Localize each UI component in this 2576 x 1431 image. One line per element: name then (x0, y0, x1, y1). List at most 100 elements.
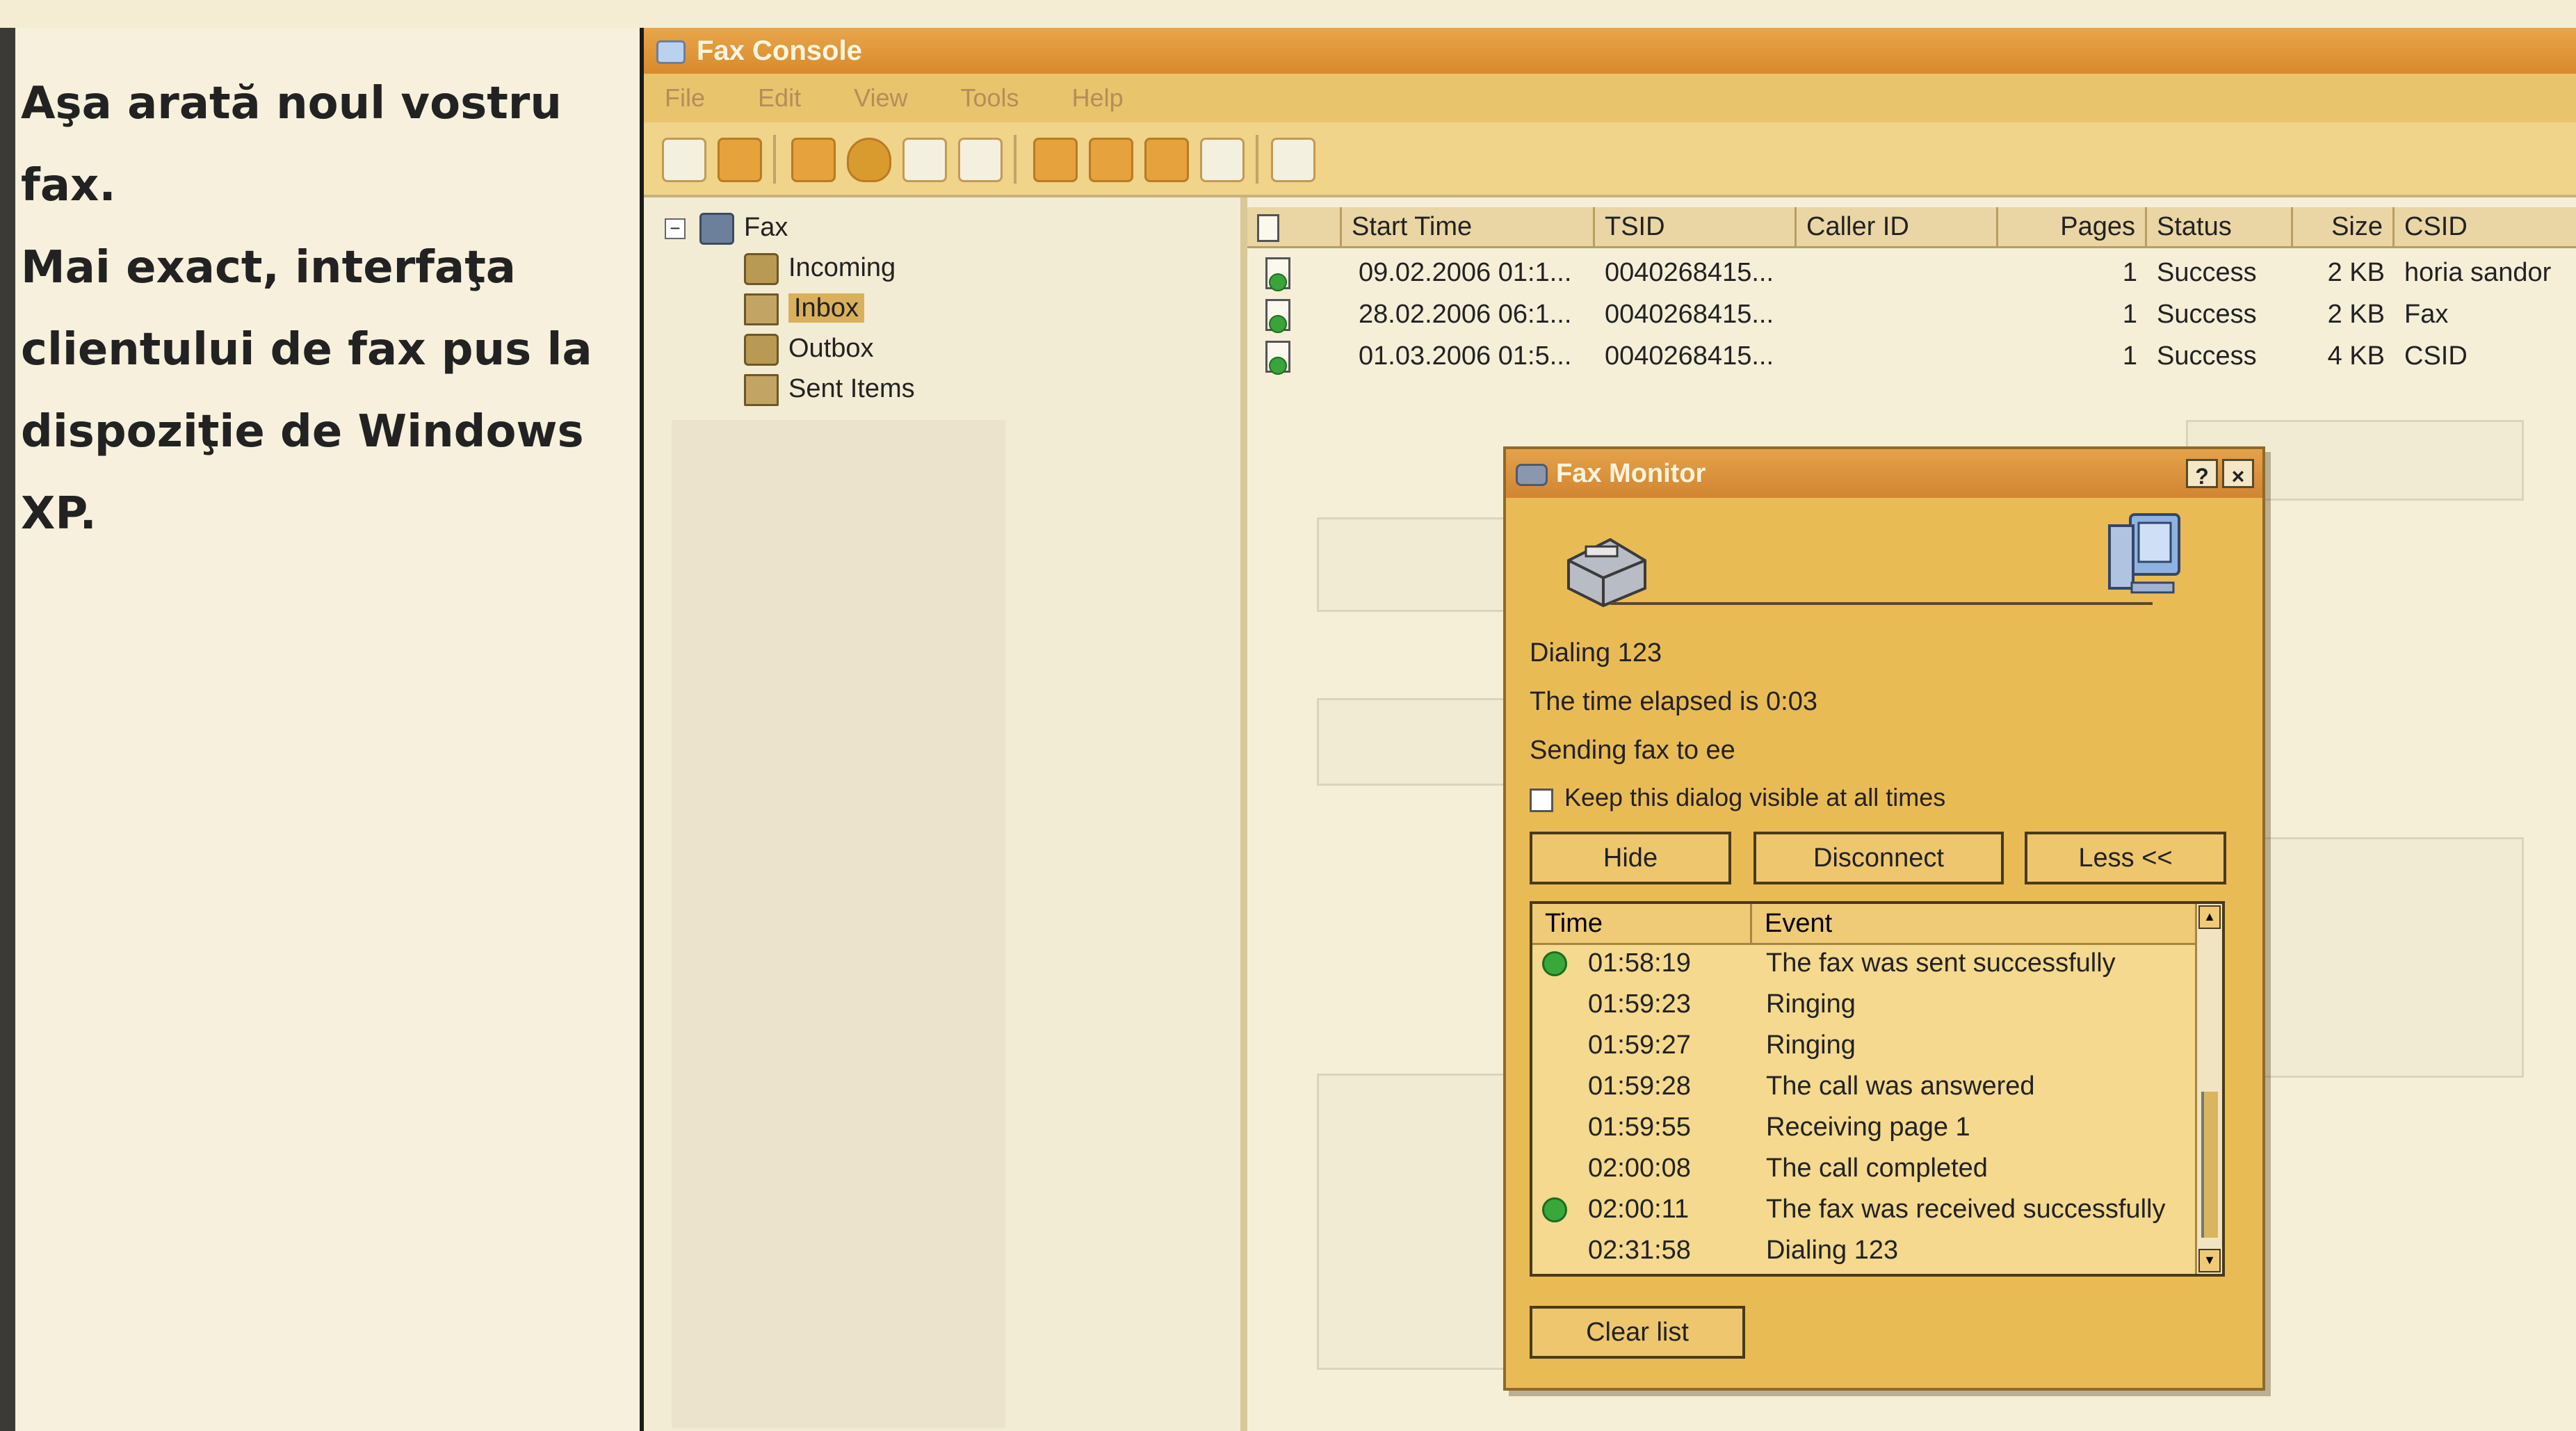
fax-folder-icon (699, 212, 734, 245)
fax-monitor-dialog: Fax Monitor ? × Dialing 123 The time ela… (1503, 446, 2265, 1391)
event-text: Receiving page 1 (1766, 1113, 1970, 1142)
properties-icon[interactable] (1271, 138, 1315, 182)
disconnect-button[interactable]: Disconnect (1753, 832, 2004, 884)
cell-status: Success (2157, 300, 2257, 329)
menu-edit[interactable]: Edit (758, 83, 801, 112)
resume-icon[interactable] (1144, 138, 1189, 182)
monitor-title-bar[interactable]: Fax Monitor ? × (1506, 449, 2262, 498)
help-button[interactable]: ? (2186, 459, 2218, 489)
col-header-status[interactable]: Status (2147, 207, 2293, 246)
event-row[interactable]: 01:58:19 The fax was sent successfully (1532, 943, 2200, 984)
col-header-pages[interactable]: Pages (1998, 207, 2147, 246)
sent-items-folder-icon (744, 373, 779, 406)
print-fax-icon[interactable] (958, 138, 1003, 182)
cell-start-time: 09.02.2006 01:1... (1359, 258, 1572, 287)
cell-csid: Fax (2404, 300, 2449, 329)
new-fax-icon[interactable] (662, 138, 706, 182)
tree-item-incoming[interactable]: Incoming (744, 249, 896, 286)
event-row[interactable]: 01:59:28 The call was answered (1532, 1066, 2200, 1107)
toolbar-separator (1014, 135, 1016, 184)
close-button[interactable]: × (2222, 459, 2254, 489)
tree-label-outbox: Outbox (788, 334, 874, 363)
table-row[interactable]: 09.02.2006 01:1... 0040268415... 1 Succe… (1247, 252, 2576, 293)
fax-received-icon (1265, 299, 1290, 333)
event-text: The fax was sent successfully (1766, 948, 2116, 978)
mail-to-icon[interactable] (1033, 138, 1078, 182)
table-row[interactable]: 01.03.2006 01:5... 0040268415... 1 Succe… (1247, 335, 2576, 377)
event-text: Dialing 123 (1766, 1236, 1899, 1265)
event-time: 01:58:19 (1588, 948, 1691, 978)
keep-visible-checkbox[interactable] (1530, 789, 1553, 812)
menu-help[interactable]: Help (1072, 83, 1124, 112)
col-header-size[interactable]: Size (2293, 207, 2395, 246)
toolbar-separator (1256, 135, 1258, 184)
tree-item-outbox[interactable]: Outbox (744, 330, 874, 367)
event-text: The call completed (1766, 1154, 1988, 1183)
tree-item-inbox[interactable]: Inbox (744, 289, 864, 327)
menu-view[interactable]: View (854, 83, 907, 112)
cell-size: 2 KB (2327, 258, 2385, 287)
event-list-header: Time Event (1532, 904, 2200, 945)
event-time: 01:59:28 (1588, 1072, 1691, 1101)
event-row[interactable]: 01:59:55 Receiving page 1 (1532, 1107, 2200, 1148)
cell-csid: CSID (2404, 341, 2468, 371)
table-row[interactable]: 28.02.2006 06:1... 0040268415... 1 Succe… (1247, 293, 2576, 335)
cell-csid: horia sandor (2404, 258, 2552, 287)
less-button[interactable]: Less << (2025, 832, 2226, 884)
event-row[interactable]: 02:00:11 The fax was received successful… (1532, 1189, 2200, 1230)
caption-panel: Aşa arată noul vostru fax. Mai exact, in… (0, 28, 644, 1431)
delete-icon[interactable] (1200, 138, 1245, 182)
cell-pages: 1 (2122, 258, 2137, 287)
view-fax-icon[interactable] (791, 138, 836, 182)
tree-item-sent-items[interactable]: Sent Items (744, 370, 915, 407)
event-row[interactable]: 02:00:08 The call completed (1532, 1148, 2200, 1189)
col-header-csid[interactable]: CSID (2395, 207, 2576, 246)
cell-pages: 1 (2122, 341, 2137, 371)
event-list-scrollbar[interactable]: ▲ ▼ (2195, 904, 2222, 1274)
tree-label-fax: Fax (744, 213, 788, 242)
event-row[interactable]: 01:59:23 Ringing (1532, 984, 2200, 1025)
scroll-down-icon[interactable]: ▼ (2198, 1249, 2221, 1272)
console-title-bar[interactable]: Fax Console (644, 28, 2576, 74)
cell-tsid: 0040268415... (1605, 300, 1774, 329)
hide-button[interactable]: Hide (1530, 832, 1731, 884)
col-header-event[interactable]: Event (1752, 904, 2200, 943)
col-header-start-time[interactable]: Start Time (1342, 207, 1595, 246)
cell-tsid: 0040268415... (1605, 258, 1774, 287)
event-text: The call was answered (1766, 1072, 2035, 1101)
menu-tools[interactable]: Tools (961, 83, 1019, 112)
hand-icon[interactable] (847, 138, 891, 182)
event-log-list[interactable]: Time Event 01:58:19 The fax was sent suc… (1530, 901, 2225, 1277)
event-time: 02:00:11 (1588, 1195, 1690, 1224)
col-header-tsid[interactable]: TSID (1595, 207, 1797, 246)
scroll-up-icon[interactable]: ▲ (2198, 905, 2221, 929)
event-row[interactable]: 02:31:58 Dialing 123 (1532, 1230, 2200, 1271)
event-time: 02:31:58 (1588, 1236, 1691, 1265)
event-time: 01:59:55 (1588, 1113, 1691, 1142)
menu-file[interactable]: File (665, 83, 705, 112)
save-fax-icon[interactable] (902, 138, 947, 182)
cell-pages: 1 (2122, 300, 2137, 329)
pause-icon[interactable] (1089, 138, 1133, 182)
status-dialing: Dialing 123 (1530, 638, 1662, 668)
cell-start-time: 28.02.2006 06:1... (1359, 300, 1572, 329)
collapse-icon[interactable]: − (665, 218, 686, 239)
fax-received-icon (1265, 341, 1290, 375)
receive-fax-icon[interactable] (718, 138, 762, 182)
col-header-time[interactable]: Time (1532, 904, 1752, 943)
outbox-folder-icon (744, 333, 779, 366)
clear-list-button[interactable]: Clear list (1530, 1306, 1745, 1359)
cell-tsid: 0040268415... (1605, 341, 1774, 371)
status-elapsed: The time elapsed is 0:03 (1530, 687, 1818, 716)
keep-visible-label: Keep this dialog visible at all times (1564, 783, 1946, 811)
col-header-caller-id[interactable]: Caller ID (1797, 207, 1998, 246)
transfer-progress-line (1610, 602, 2153, 605)
event-row[interactable]: 01:59:27 Ringing (1532, 1025, 2200, 1066)
tree-label-incoming: Incoming (788, 253, 896, 282)
success-icon (1542, 1197, 1567, 1222)
cell-start-time: 01.03.2006 01:5... (1359, 341, 1572, 371)
col-header-icon[interactable] (1247, 207, 1342, 246)
scrollbar-thumb[interactable] (2201, 1092, 2218, 1238)
tree-item-fax[interactable]: − Fax (665, 209, 788, 246)
event-text: Ringing (1766, 989, 1856, 1019)
